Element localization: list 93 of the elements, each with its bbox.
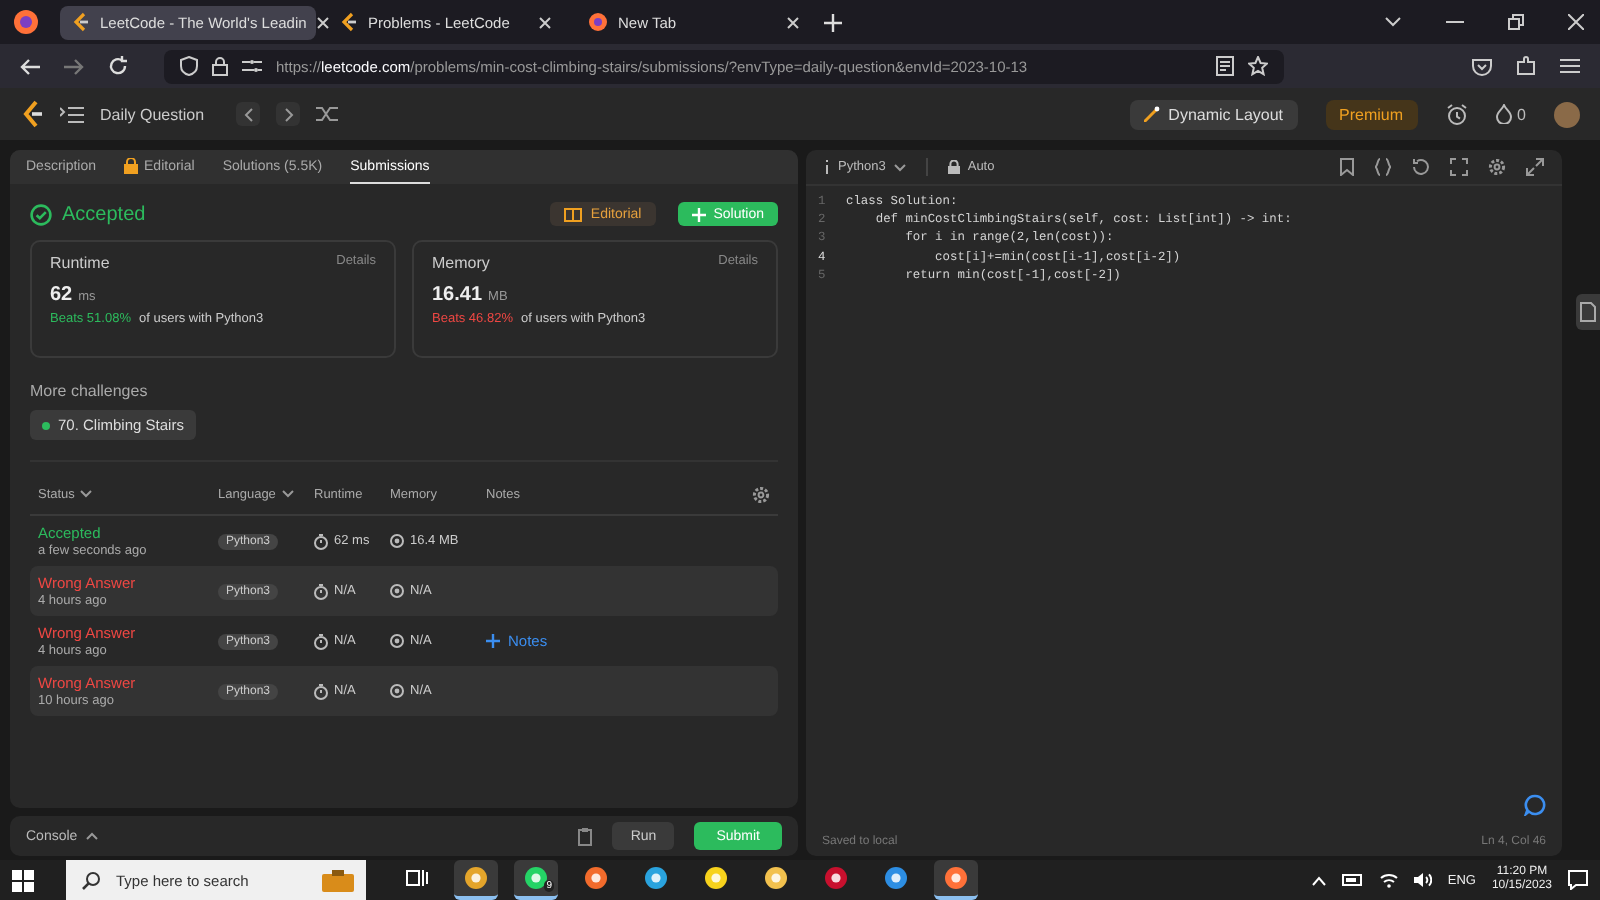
taskbar-app[interactable] bbox=[454, 860, 498, 900]
app-icon bbox=[464, 866, 488, 890]
app-icon bbox=[944, 866, 968, 890]
chevron-up-icon bbox=[85, 832, 98, 840]
premium-button[interactable]: Premium bbox=[1325, 99, 1418, 129]
stopwatch-icon bbox=[314, 683, 328, 699]
pocket-icon[interactable] bbox=[1472, 57, 1492, 75]
task-view-icon bbox=[405, 868, 427, 888]
app-icon bbox=[824, 866, 848, 890]
lock-icon bbox=[947, 160, 960, 174]
dynamic-layout-button[interactable]: Dynamic Layout bbox=[1130, 99, 1298, 129]
plus-icon bbox=[691, 207, 706, 221]
settings-icon[interactable] bbox=[1488, 158, 1506, 176]
memory-chip-icon bbox=[390, 684, 404, 698]
plus-icon[interactable] bbox=[824, 13, 842, 31]
menu-icon[interactable] bbox=[1560, 58, 1580, 74]
app-icon bbox=[884, 866, 908, 890]
chevron-right-icon bbox=[283, 107, 294, 121]
clipboard-icon[interactable] bbox=[578, 827, 593, 845]
battery-icon[interactable] bbox=[1341, 874, 1364, 886]
book-icon bbox=[564, 207, 583, 221]
daily-question-title[interactable]: Daily Question bbox=[100, 105, 205, 123]
memory-chip-icon bbox=[390, 534, 404, 548]
app-icon bbox=[764, 866, 788, 890]
plus-icon bbox=[486, 634, 500, 648]
dot-icon bbox=[42, 421, 50, 429]
chat-bubble-icon[interactable] bbox=[1524, 794, 1546, 816]
memory-chip-icon bbox=[390, 634, 404, 648]
expand-icon[interactable] bbox=[1450, 158, 1468, 176]
stat-value: 16.41 bbox=[432, 284, 483, 306]
close-icon[interactable] bbox=[538, 15, 552, 29]
next-button[interactable] bbox=[276, 102, 301, 126]
document-icon bbox=[1580, 302, 1596, 322]
permissions-icon bbox=[242, 58, 262, 74]
lock-icon bbox=[212, 56, 228, 76]
back-arrow-icon[interactable] bbox=[20, 57, 40, 75]
bookmark-icon[interactable] bbox=[1340, 158, 1354, 176]
chevron-down-icon[interactable] bbox=[1384, 16, 1402, 28]
shield-icon bbox=[180, 56, 198, 76]
app-icon bbox=[524, 866, 548, 890]
app-icon bbox=[704, 866, 728, 890]
firefox-icon[interactable] bbox=[12, 8, 40, 36]
star-icon[interactable] bbox=[1248, 56, 1268, 76]
stopwatch-icon bbox=[314, 533, 328, 549]
list-icon[interactable] bbox=[60, 105, 84, 123]
streak-counter[interactable]: 0 bbox=[1495, 104, 1526, 124]
briefcase-icon bbox=[322, 869, 354, 891]
shuffle-icon[interactable] bbox=[316, 106, 339, 122]
notifications-icon[interactable] bbox=[1568, 870, 1588, 890]
search-icon bbox=[82, 871, 100, 889]
close-icon[interactable] bbox=[316, 15, 331, 29]
stopwatch-icon bbox=[314, 583, 328, 599]
magic-wand-icon bbox=[1144, 106, 1161, 122]
leetcode-logo-icon bbox=[72, 12, 90, 32]
chevron-down-icon bbox=[893, 163, 906, 171]
app-icon bbox=[644, 866, 668, 890]
close-icon[interactable] bbox=[786, 15, 800, 29]
close-icon[interactable] bbox=[1568, 14, 1584, 30]
taskbar-app[interactable] bbox=[934, 860, 978, 900]
stat-value: 62 bbox=[50, 284, 73, 306]
speaker-icon[interactable] bbox=[1413, 872, 1432, 888]
settings-icon[interactable] bbox=[752, 485, 770, 503]
stat-title: Memory bbox=[432, 254, 490, 272]
restore-icon[interactable] bbox=[1508, 14, 1524, 30]
firefox-icon bbox=[588, 12, 608, 32]
chevron-down-icon bbox=[281, 490, 294, 498]
avatar[interactable] bbox=[1554, 101, 1580, 127]
reset-icon[interactable] bbox=[1412, 158, 1430, 176]
previous-button[interactable] bbox=[236, 102, 261, 126]
braces-icon[interactable] bbox=[1374, 158, 1392, 176]
chevron-down-icon bbox=[80, 490, 93, 498]
stopwatch-icon bbox=[314, 633, 328, 649]
leetcode-logo-icon[interactable] bbox=[20, 100, 44, 128]
wifi-icon[interactable] bbox=[1379, 872, 1398, 888]
lock-icon bbox=[124, 158, 139, 174]
leetcode-logo-icon bbox=[340, 12, 358, 32]
reader-view-icon[interactable] bbox=[1216, 56, 1234, 76]
memory-chip-icon bbox=[390, 584, 404, 598]
more-challenges-label: More challenges bbox=[30, 382, 150, 400]
stat-title: Runtime bbox=[50, 254, 110, 272]
reload-icon[interactable] bbox=[108, 56, 128, 76]
chevron-left-icon bbox=[243, 107, 254, 121]
check-circle-icon bbox=[30, 203, 52, 225]
minimize-icon[interactable] bbox=[1446, 20, 1464, 24]
windows-start-icon[interactable] bbox=[12, 869, 34, 891]
document-tab-button[interactable] bbox=[1576, 294, 1600, 330]
forward-arrow-icon[interactable] bbox=[64, 57, 84, 75]
extensions-icon[interactable] bbox=[1516, 56, 1536, 76]
app-icon bbox=[584, 866, 608, 890]
chevron-up-icon[interactable] bbox=[1311, 875, 1326, 885]
fullscreen-icon[interactable] bbox=[1526, 158, 1544, 176]
result-status: Accepted bbox=[62, 203, 146, 225]
alarm-clock-icon[interactable] bbox=[1445, 103, 1468, 125]
